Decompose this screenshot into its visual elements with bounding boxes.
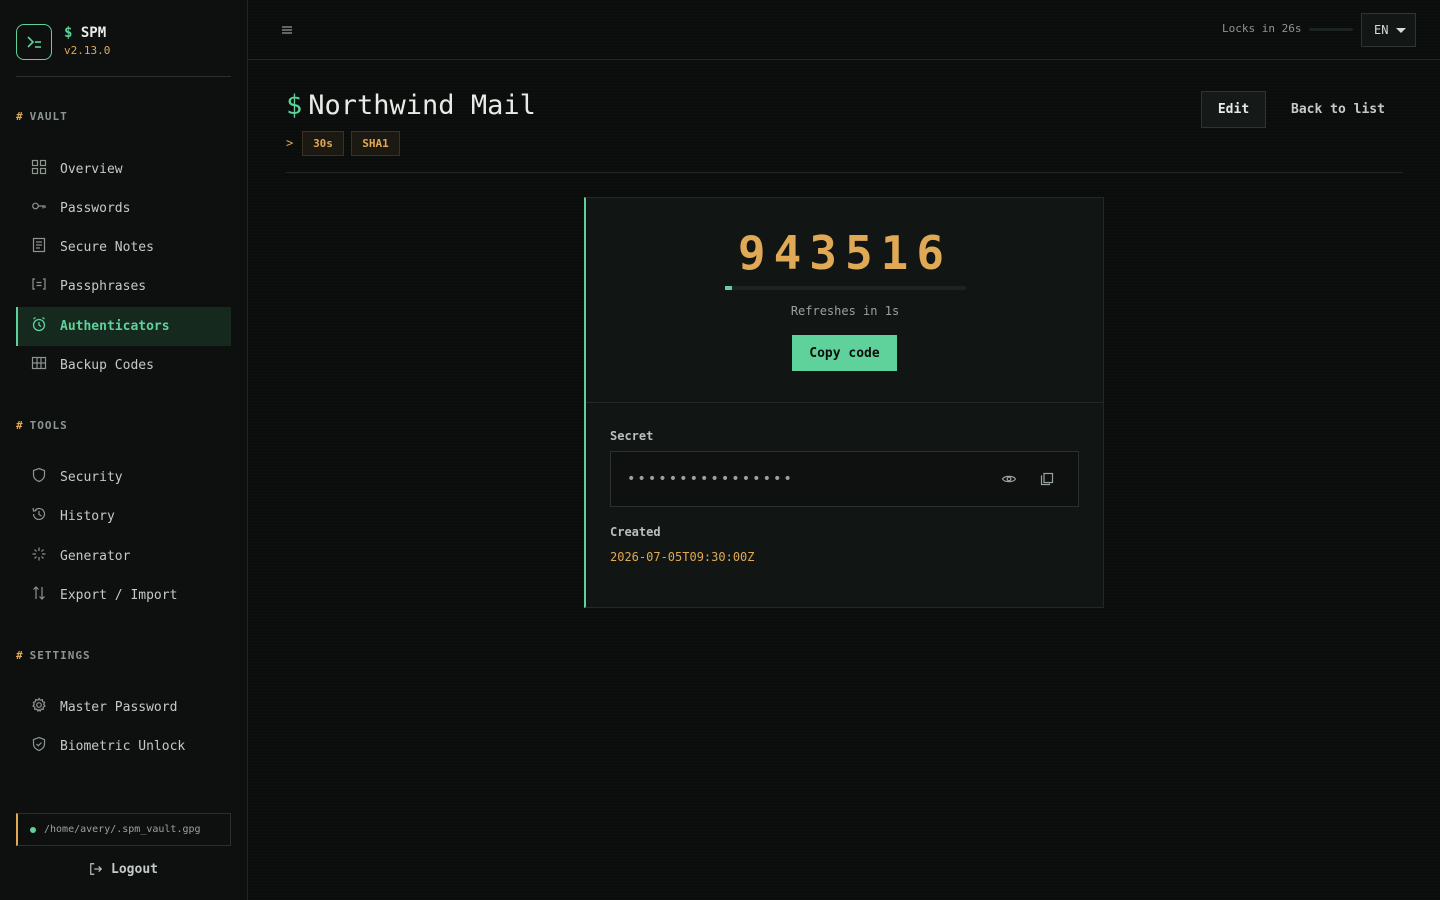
auto-lock-progress	[1309, 28, 1353, 31]
status-dot	[30, 826, 36, 833]
logout-label: Logout	[111, 861, 158, 877]
sidebar-item-master-password[interactable]: Master Password	[16, 688, 231, 727]
shield-icon	[31, 467, 47, 483]
key-icon	[31, 198, 47, 214]
terminal-icon[interactable]	[16, 24, 52, 60]
sidebar-item-history[interactable]: History	[16, 497, 231, 536]
sidebar-item-backup-codes[interactable]: Backup Codes	[16, 346, 231, 385]
sidebar-item-export-import[interactable]: Export / Import	[16, 576, 231, 615]
code-panel: 943516 Refreshes in 1s Copy code	[586, 198, 1104, 403]
sidebar-item-passphrases[interactable]: Passphrases	[16, 267, 231, 306]
authenticator-card: 943516 Refreshes in 1s Copy code Secret …	[584, 197, 1104, 608]
refresh-progress-fill	[725, 286, 733, 290]
table-icon	[31, 355, 47, 371]
sidebar-item-label: Passphrases	[60, 279, 147, 294]
vault-path: /home/avery/.spm_vault.gpg	[16, 813, 231, 846]
shield-check-icon	[31, 736, 47, 752]
topbar: Locks in 26s EN	[248, 0, 1440, 60]
sidebar-item-label: Export / Import	[60, 588, 178, 603]
section-title-vault: # VAULT	[16, 110, 68, 123]
eye-icon[interactable]	[1000, 470, 1018, 488]
sidebar-item-overview[interactable]: Overview	[16, 150, 231, 189]
app-window: $ SPM v2.13.0 # VAULT Overview Passwords…	[0, 0, 1440, 900]
sidebar: $ SPM v2.13.0 # VAULT Overview Passwords…	[0, 0, 248, 900]
sidebar-item-label: Passwords	[60, 201, 131, 216]
secret-label: Secret	[610, 429, 654, 443]
clock-icon	[31, 316, 47, 332]
prompt-chevron: >	[286, 136, 294, 150]
sidebar-item-secure-notes[interactable]: Secure Notes	[16, 228, 231, 267]
grid-icon	[31, 159, 47, 175]
bracket-equals-icon	[31, 276, 47, 292]
sidebar-item-generator[interactable]: Generator	[16, 537, 231, 576]
totp-code[interactable]: 943516	[586, 226, 1104, 280]
sparkle-icon	[31, 546, 47, 562]
history-icon	[31, 506, 47, 522]
arrows-up-down-icon	[31, 585, 47, 601]
gear-icon	[31, 697, 47, 713]
app-name: $ SPM	[64, 25, 107, 41]
section-title-settings: # SETTINGS	[16, 649, 91, 662]
secret-field: ••••••••••••••••	[610, 451, 1079, 507]
sidebar-item-authenticators[interactable]: Authenticators	[16, 307, 231, 346]
auto-lock-countdown: Locks in 26s	[1222, 22, 1302, 35]
sidebar-item-label: Master Password	[60, 700, 178, 715]
language-value: EN	[1374, 23, 1389, 37]
back-to-list-button[interactable]: Back to list	[1278, 91, 1398, 128]
edit-button[interactable]: Edit	[1201, 91, 1266, 128]
note-icon	[31, 237, 47, 253]
vault-path-text: /home/avery/.spm_vault.gpg	[44, 824, 201, 835]
logout-button[interactable]: Logout	[16, 857, 231, 881]
sidebar-item-label: Generator	[60, 549, 131, 564]
page-title: $ Northwind Mail	[286, 90, 536, 121]
sidebar-item-label: History	[60, 509, 115, 524]
sidebar-item-label: Overview	[60, 162, 123, 177]
refresh-countdown: Refreshes in 1s	[790, 304, 900, 318]
copy-code-button[interactable]: Copy code	[792, 335, 897, 371]
sidebar-item-biometric-unlock[interactable]: Biometric Unlock	[16, 727, 231, 766]
brand: $ SPM v2.13.0	[16, 24, 231, 77]
sidebar-item-security[interactable]: Security	[16, 458, 231, 497]
sidebar-item-label: Security	[60, 470, 123, 485]
sidebar-item-label: Authenticators	[60, 319, 170, 334]
created-label: Created	[610, 525, 661, 539]
app-version: v2.13.0	[64, 44, 111, 57]
menu-icon[interactable]	[278, 21, 296, 39]
language-select[interactable]: EN	[1361, 13, 1416, 47]
copy-icon[interactable]	[1038, 470, 1056, 488]
logout-icon	[90, 863, 103, 875]
created-value: 2026-07-05T09:30:00Z	[610, 550, 755, 564]
chevron-down-icon	[1396, 28, 1406, 33]
period-tag: 30s	[302, 131, 344, 156]
sidebar-item-label: Backup Codes	[60, 358, 154, 373]
sidebar-item-label: Secure Notes	[60, 240, 154, 255]
sidebar-item-passwords[interactable]: Passwords	[16, 189, 231, 228]
secret-value: ••••••••••••••••	[627, 471, 794, 487]
algorithm-tag: SHA1	[351, 131, 400, 156]
sidebar-item-label: Biometric Unlock	[60, 739, 186, 754]
refresh-progress-bar	[725, 286, 966, 290]
divider	[286, 172, 1403, 173]
section-title-tools: # TOOLS	[16, 419, 68, 432]
